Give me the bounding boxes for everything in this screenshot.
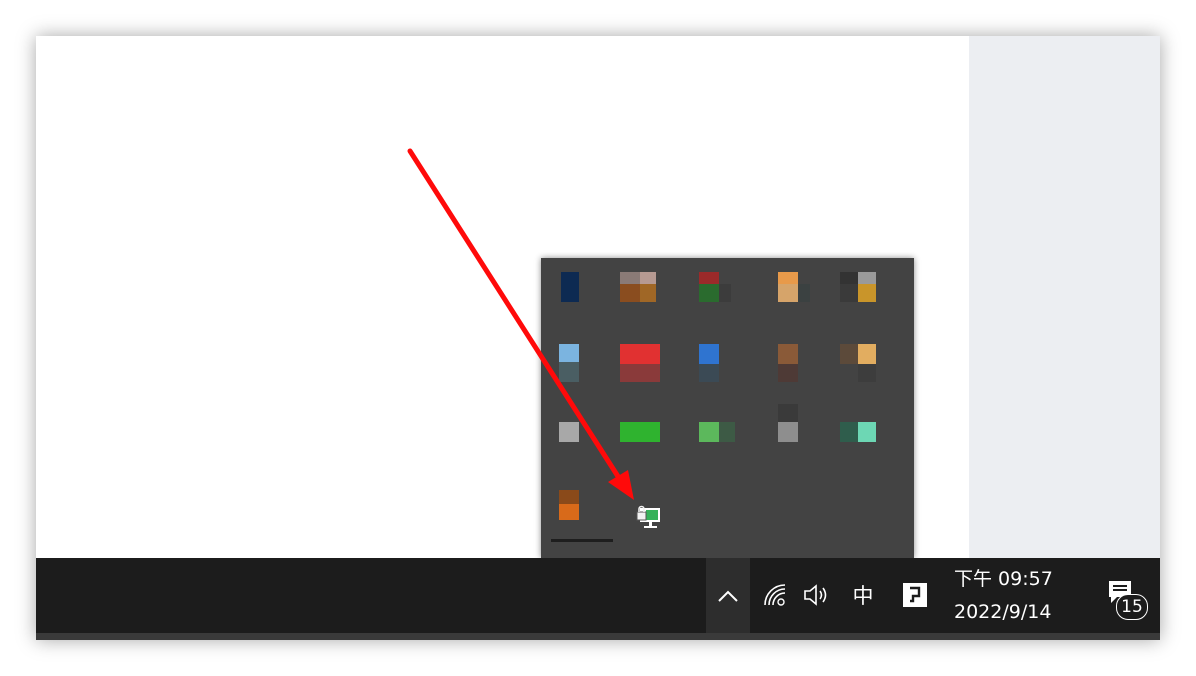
tray-app-icon-13[interactable] (695, 416, 751, 472)
network-lock-monitor-icon[interactable] (634, 502, 668, 532)
speaker-icon (804, 584, 827, 606)
taskbar-edge (36, 633, 1160, 640)
input-tool-button[interactable] (900, 580, 930, 610)
chevron-up-icon (718, 590, 738, 602)
tray-app-icon-15[interactable] (836, 416, 892, 472)
taskbar: 中 下午 09:57 2022/9/14 15 (36, 558, 1160, 633)
input-mode-icon (903, 583, 927, 607)
tray-app-icon-5[interactable] (836, 272, 892, 328)
clock-time: 下午 09:57 (954, 568, 1053, 590)
tray-app-icon-6[interactable] (553, 344, 609, 400)
hidden-icons-flyout (541, 258, 914, 558)
action-center-button[interactable]: 15 (1104, 578, 1148, 626)
tray-app-icon-8[interactable] (695, 344, 751, 400)
tray-app-icon-12[interactable] (616, 416, 672, 472)
tray-app-icon-7[interactable] (616, 344, 672, 400)
running-indicator (551, 539, 613, 542)
desktop-side-panel (969, 36, 1160, 558)
screenshot-frame: 中 下午 09:57 2022/9/14 15 (36, 36, 1160, 640)
notification-count-badge: 15 (1116, 594, 1148, 620)
tray-app-icon-9[interactable] (774, 344, 830, 400)
tray-app-icon-3[interactable] (695, 272, 751, 328)
tray-app-icon-10[interactable] (836, 344, 892, 400)
ime-mode-button[interactable]: 中 (848, 580, 878, 610)
tray-app-icon-1[interactable] (553, 272, 609, 328)
network-button[interactable] (760, 580, 790, 610)
tray-app-icon-14[interactable] (774, 404, 830, 472)
clock-date: 2022/9/14 (954, 601, 1052, 623)
ime-mode-label: 中 (852, 584, 874, 608)
clock[interactable]: 下午 09:57 2022/9/14 (954, 563, 1074, 629)
tray-app-icon-16[interactable] (553, 490, 609, 546)
tray-app-icon-2[interactable] (616, 272, 672, 328)
show-hidden-icons-button[interactable] (706, 558, 750, 633)
volume-button[interactable] (800, 580, 834, 610)
tray-app-icon-4[interactable] (774, 272, 830, 328)
wifi-icon (764, 584, 786, 606)
tray-app-icon-11[interactable] (553, 416, 609, 472)
